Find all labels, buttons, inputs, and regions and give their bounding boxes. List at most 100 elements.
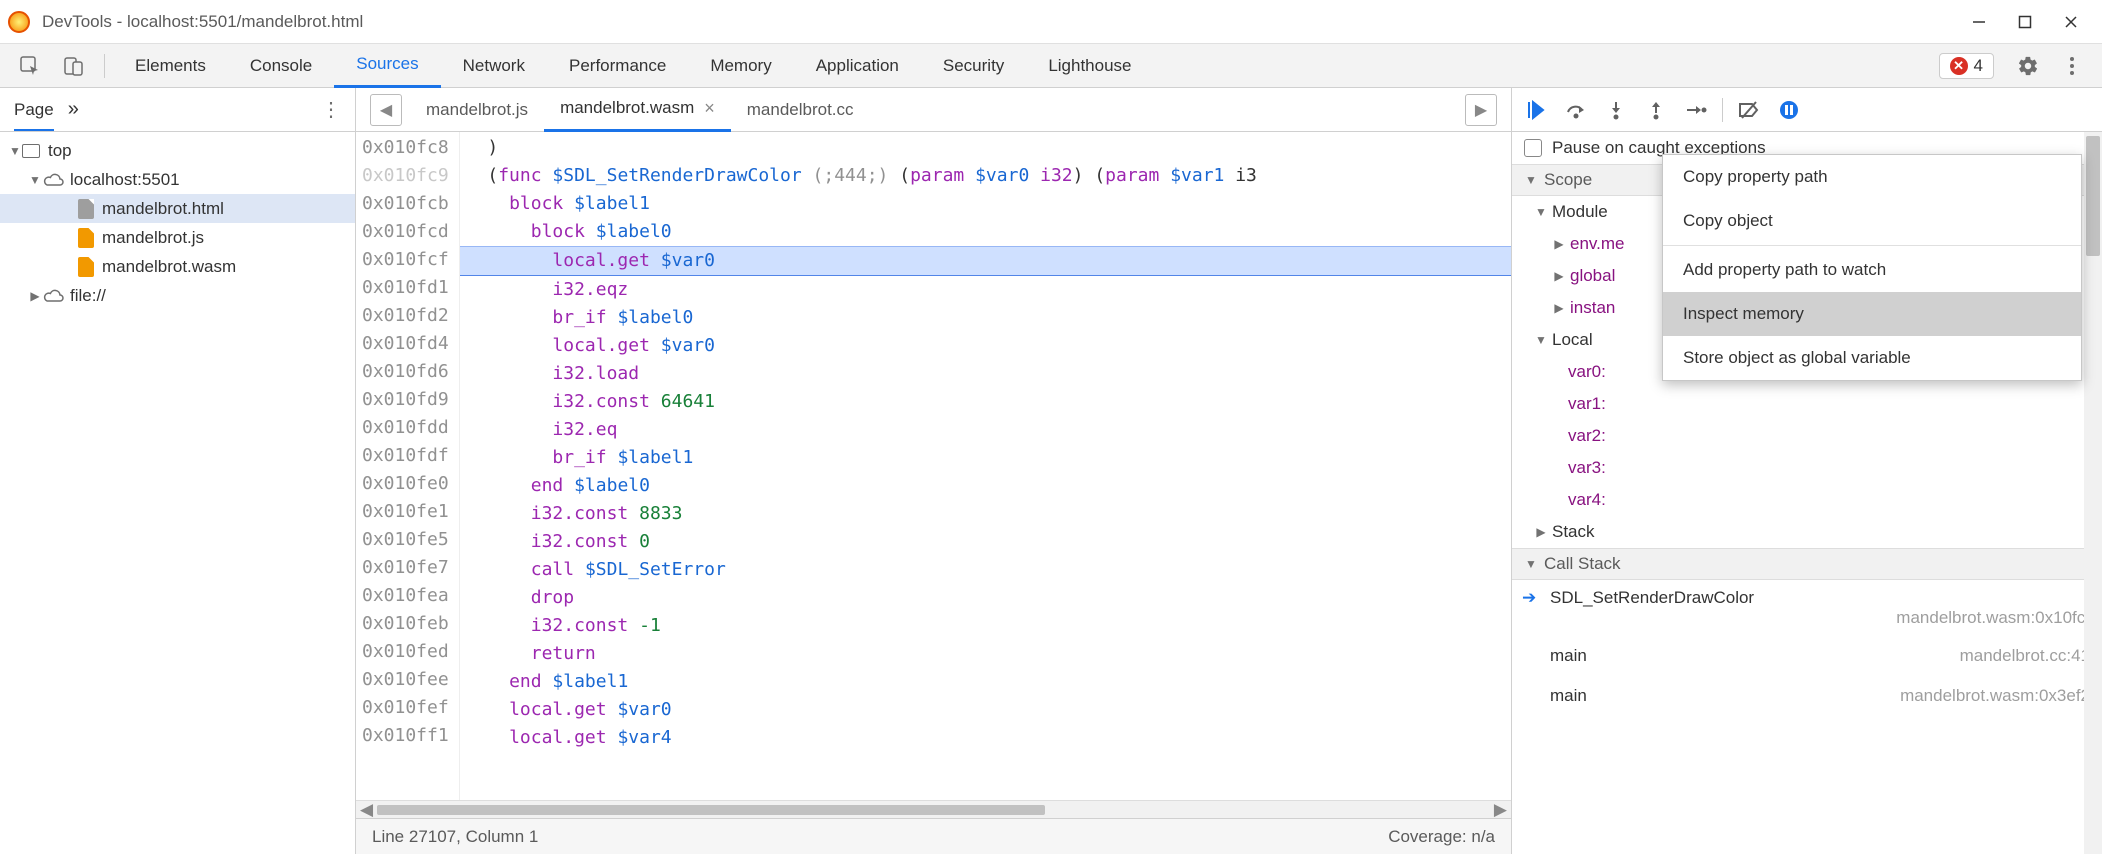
devtools-tabstrip: Elements Console Sources Network Perform… [0,44,2102,88]
error-count: 4 [1974,56,1983,76]
tree-label: mandelbrot.html [102,199,224,219]
resume-button[interactable] [1522,96,1550,124]
tree-file[interactable]: mandelbrot.wasm [0,252,355,281]
scope-key: var4: [1568,490,1606,510]
frame-name: SDL_SetRenderDrawColor [1550,588,1754,608]
window-close-button[interactable] [2048,6,2094,38]
tree-file[interactable]: mandelbrot.html [0,194,355,223]
editor-statusbar: Line 27107, Column 1 Coverage: n/a [356,818,1511,854]
tab-console[interactable]: Console [228,44,334,88]
tree-file[interactable]: mandelbrot.js [0,223,355,252]
tree-origin[interactable]: ▼ localhost:5501 [0,165,355,194]
tab-application[interactable]: Application [794,44,921,88]
tab-network[interactable]: Network [441,44,547,88]
code-gutter: 0x010fc80x010fc90x010fcb0x010fcd0x010fcf… [356,132,460,800]
window-minimize-button[interactable] [1956,6,2002,38]
section-title: Scope [1544,170,1592,190]
navigator-tabs-overflow-icon[interactable]: » [68,98,79,121]
inspect-element-icon[interactable] [8,55,52,77]
window-icon [22,144,40,158]
window-titlebar: DevTools - localhost:5501/mandelbrot.htm… [0,0,2102,44]
scope-item[interactable]: var1: [1512,388,2102,420]
frame-location: mandelbrot.wasm:0x10fcf [1896,608,2090,628]
frame-location: mandelbrot.cc:41 [1960,646,2090,666]
frame-name: main [1550,686,1587,706]
scope-item[interactable]: var2: [1512,420,2102,452]
error-counter[interactable]: ✕ 4 [1939,53,1994,79]
divider [104,54,105,78]
debugger-toolbar [1512,88,2102,132]
context-menu-item[interactable]: Store object as global variable [1663,336,2081,380]
devtools-favicon [8,11,30,33]
coverage-status: Coverage: n/a [1388,827,1495,847]
step-button[interactable] [1682,96,1710,124]
tab-security[interactable]: Security [921,44,1026,88]
editor-tab-label: mandelbrot.wasm [560,98,694,118]
pause-on-exceptions-button[interactable] [1775,96,1803,124]
tab-lighthouse[interactable]: Lighthouse [1026,44,1153,88]
tree-top-frame[interactable]: ▼ top [0,136,355,165]
code-editor[interactable]: 0x010fc80x010fc90x010fcb0x010fcd0x010fcf… [356,132,1511,800]
deactivate-breakpoints-button[interactable] [1735,96,1763,124]
horizontal-scrollbar[interactable]: ◀ ▶ [356,800,1511,818]
chevron-right-icon: ▶ [1552,237,1566,251]
scope-label: Local [1552,330,1593,350]
nav-forward-icon[interactable]: ▶ [1465,94,1497,126]
frame-name: main [1550,646,1587,666]
vertical-scrollbar[interactable] [2084,132,2102,854]
context-menu-item[interactable]: Inspect memory [1663,292,2081,336]
editor-tab[interactable]: mandelbrot.wasm × [544,88,731,132]
chevron-down-icon: ▼ [1524,557,1538,571]
context-menu-item[interactable]: Add property path to watch [1663,248,2081,292]
kebab-menu-icon[interactable] [2050,55,2094,77]
scope-key: var1: [1568,394,1606,414]
chevron-down-icon: ▼ [8,144,22,158]
close-tab-icon[interactable]: × [704,98,715,119]
tab-memory[interactable]: Memory [688,44,793,88]
window-maximize-button[interactable] [2002,6,2048,38]
editor-tab[interactable]: mandelbrot.cc [731,88,870,132]
scope-key: env.me [1570,234,1625,254]
settings-gear-icon[interactable] [2006,55,2050,77]
callstack-frame[interactable]: main mandelbrot.wasm:0x3ef2 [1512,676,2102,716]
navigator-tab-page[interactable]: Page [14,100,54,131]
context-menu: Copy property path Copy object Add prope… [1662,154,2082,381]
step-over-button[interactable] [1562,96,1590,124]
step-into-button[interactable] [1602,96,1630,124]
scope-stack[interactable]: ▶Stack [1512,516,2102,548]
chevron-right-icon: ▶ [1552,269,1566,283]
editor-panel: ◀ mandelbrot.js mandelbrot.wasm × mandelb… [356,88,1512,854]
callstack-frame[interactable]: main mandelbrot.cc:41 [1512,636,2102,676]
scope-item[interactable]: var3: [1512,452,2102,484]
tree-label: localhost:5501 [70,170,180,190]
scope-item[interactable]: var4: [1512,484,2102,516]
debugger-panel: Pause on caught exceptions ▼ Scope ▼Modu… [1512,88,2102,854]
current-frame-arrow-icon: ➔ [1522,588,1536,608]
tree-label: mandelbrot.js [102,228,204,248]
tab-elements[interactable]: Elements [113,44,228,88]
step-out-button[interactable] [1642,96,1670,124]
divider [1722,98,1723,122]
chevron-down-icon: ▼ [28,173,42,187]
callstack-section-header[interactable]: ▼ Call Stack [1512,548,2102,580]
device-toolbar-icon[interactable] [52,55,96,77]
tab-sources[interactable]: Sources [334,44,440,88]
file-icon [78,199,94,219]
navigator-kebab-icon[interactable]: ⋮ [321,97,341,122]
chevron-right-icon: ▶ [1552,301,1566,315]
editor-tab[interactable]: mandelbrot.js [410,88,544,132]
tree-label: mandelbrot.wasm [102,257,236,277]
nav-back-icon[interactable]: ◀ [370,94,402,126]
checkbox[interactable] [1524,139,1542,157]
file-icon [78,228,94,248]
tab-performance[interactable]: Performance [547,44,688,88]
cloud-icon [42,172,66,188]
context-menu-item[interactable]: Copy object [1663,199,2081,243]
callstack-frame[interactable]: ➔ SDL_SetRenderDrawColor mandelbrot.wasm… [1512,580,2102,636]
code-lines[interactable]: ) (func $SDL_SetRenderDrawColor (;444;) … [460,132,1511,800]
editor-tab-label: mandelbrot.cc [747,100,854,120]
scope-key: var2: [1568,426,1606,446]
context-menu-item[interactable]: Copy property path [1663,155,2081,199]
tree-file-scheme[interactable]: ▶ file:// [0,281,355,310]
tree-label: top [48,141,72,161]
